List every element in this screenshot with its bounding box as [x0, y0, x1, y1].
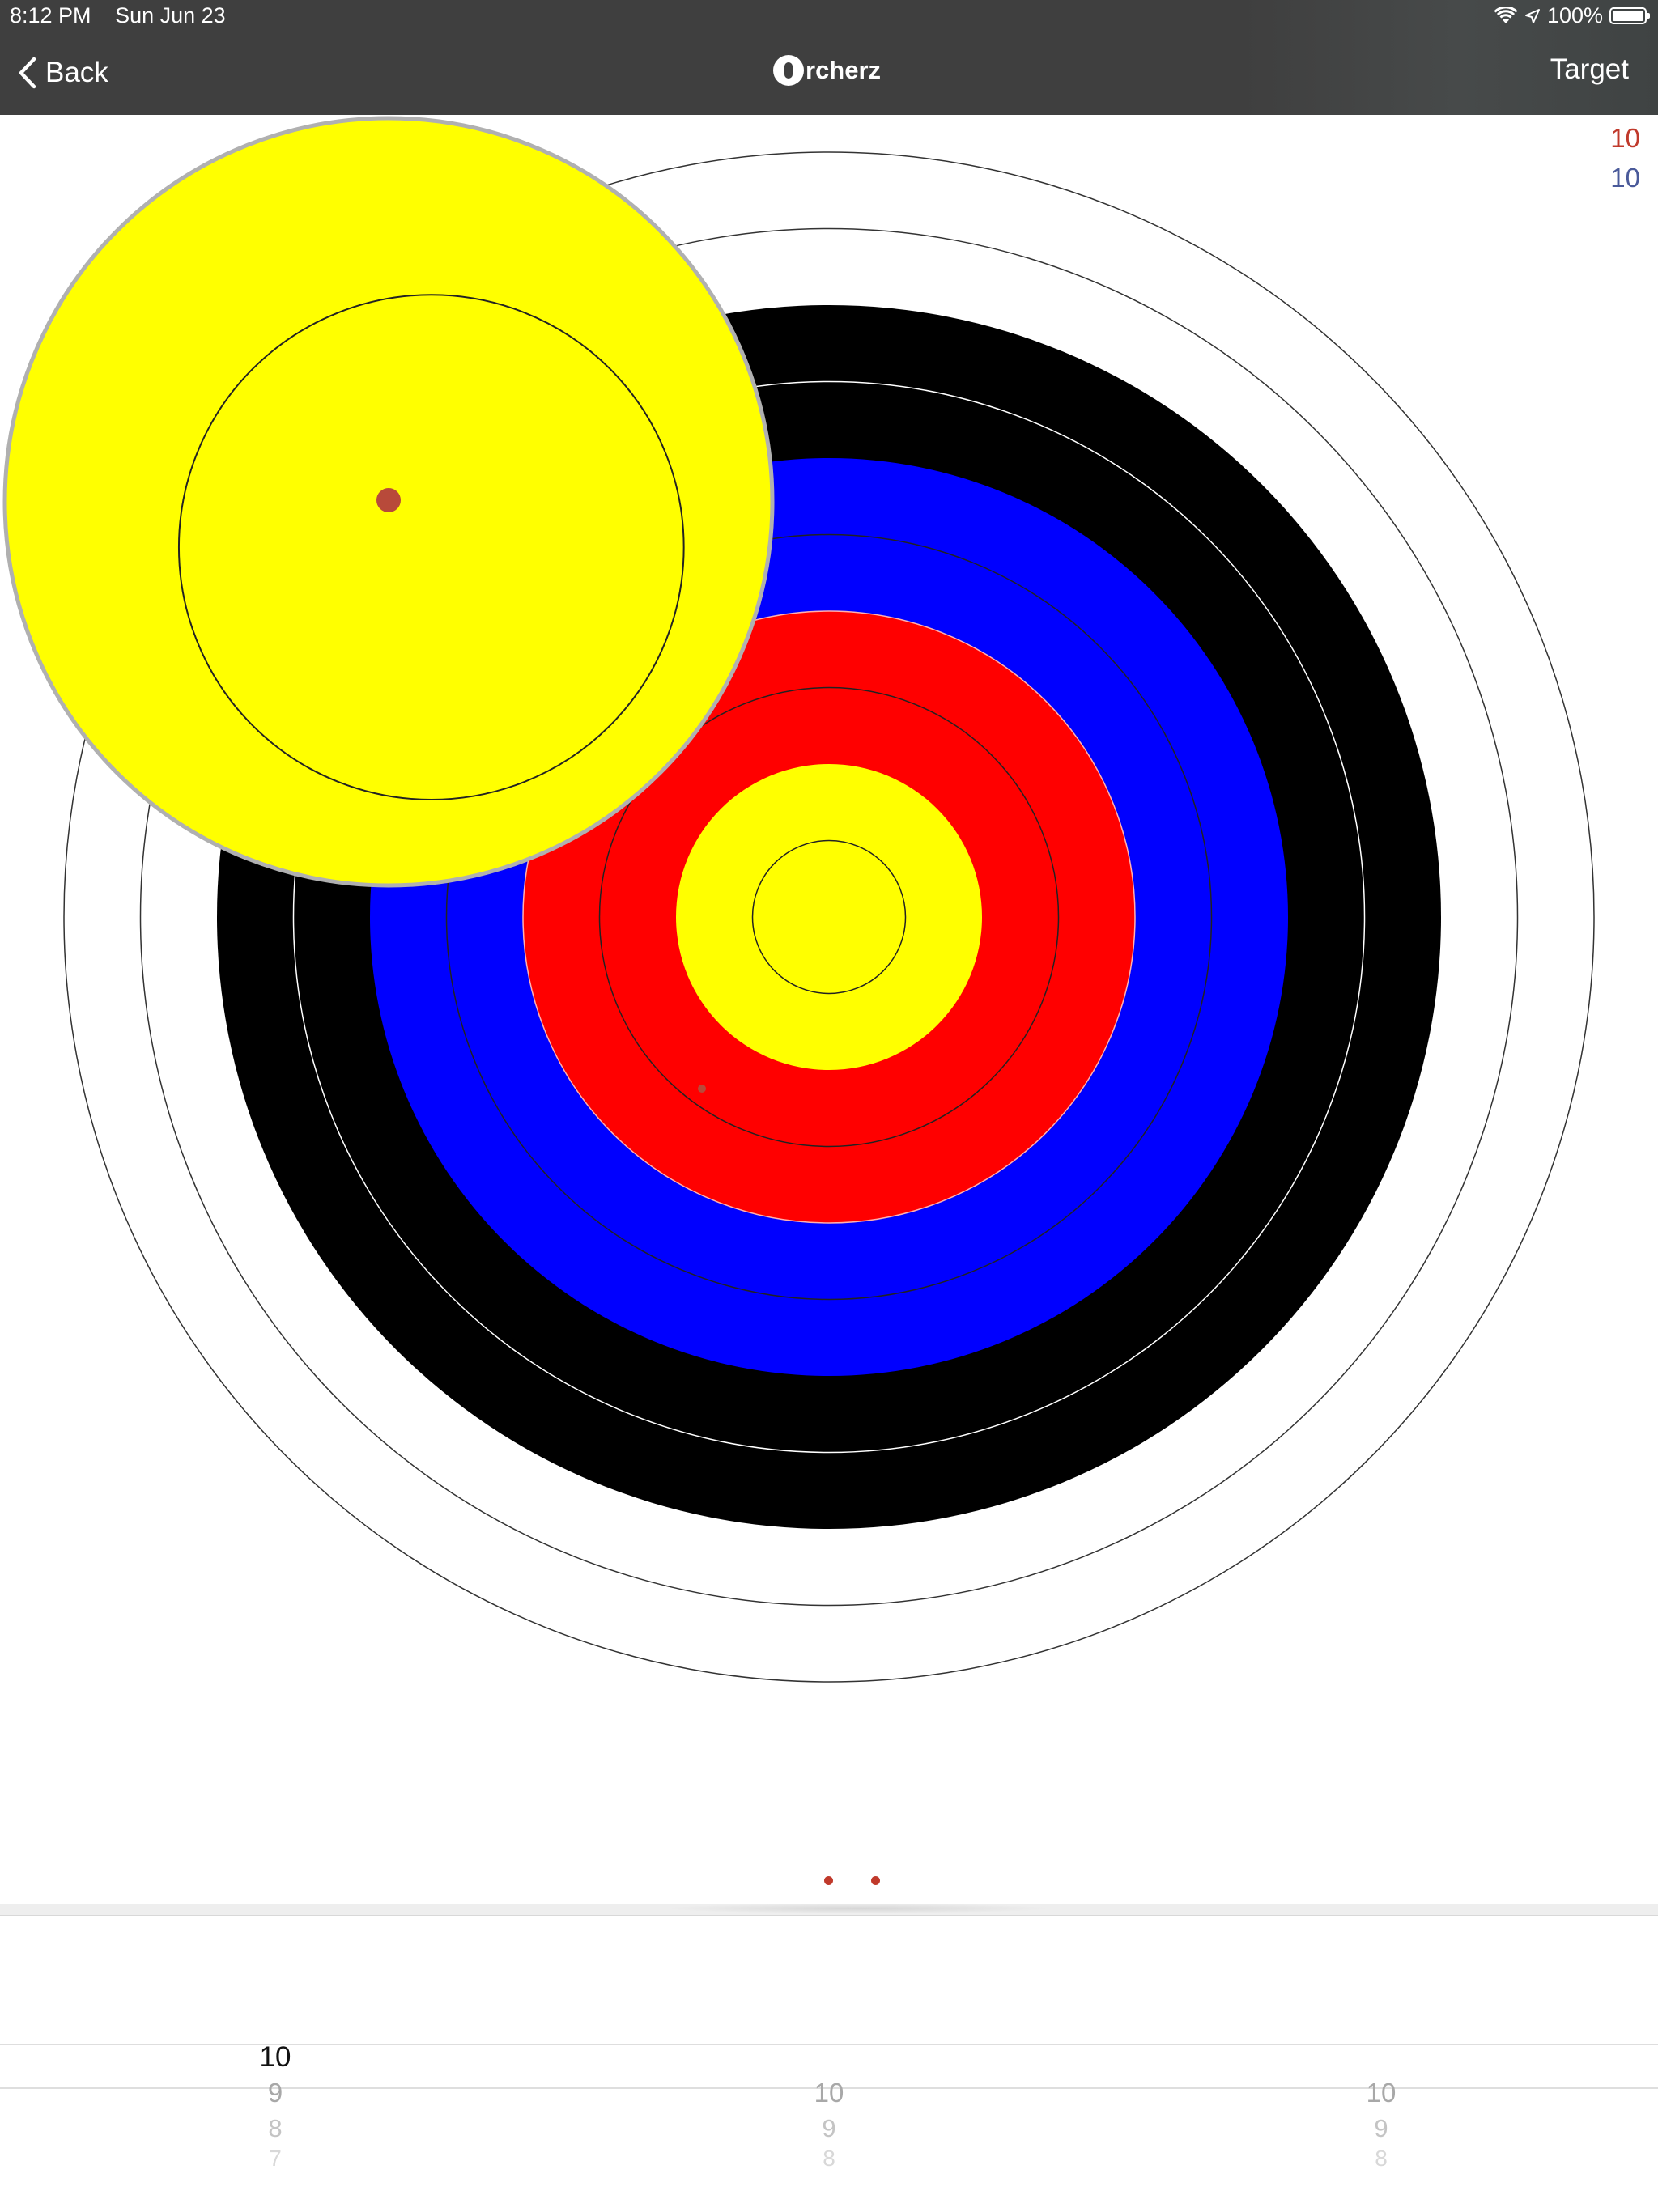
picker-column-1[interactable]: 10 9 8 7	[154, 2040, 397, 2171]
score-total-blue: 10	[1610, 163, 1640, 193]
page-indicator-dot-2[interactable]	[871, 1876, 880, 1885]
picker-value-selected[interactable]: 10	[154, 2040, 397, 2075]
picker-value[interactable]: 9	[1260, 2111, 1503, 2146]
location-icon	[1524, 8, 1540, 23]
picker-value[interactable]: 10	[1260, 2075, 1503, 2111]
page-indicator-dot-1[interactable]	[824, 1876, 833, 1885]
chevron-left-icon	[19, 57, 36, 89]
status-bar-right: 100%	[1494, 3, 1650, 28]
arrow-hit-marker[interactable]	[698, 1085, 706, 1093]
picker-value[interactable]: 8	[1260, 2146, 1503, 2171]
target-button[interactable]: Target	[1550, 53, 1629, 86]
picker-value[interactable]: 9	[154, 2075, 397, 2111]
picker-drag-handle[interactable]	[664, 1904, 1052, 1913]
app-logo: rcherz	[773, 55, 881, 86]
picker-value[interactable]: 7	[154, 2146, 397, 2171]
picker-value-selected[interactable]	[708, 2040, 950, 2075]
wifi-icon	[1494, 6, 1518, 23]
logo-text: rcherz	[806, 56, 882, 84]
picker-value[interactable]: 10	[708, 2075, 950, 2111]
archery-target[interactable]	[0, 115, 1658, 1904]
target-area[interactable]	[0, 115, 1658, 1904]
status-bar-left: 8:12 PM Sun Jun 23	[10, 3, 244, 28]
battery-icon	[1609, 7, 1650, 24]
back-button[interactable]: Back	[18, 50, 108, 96]
battery-percent: 100%	[1546, 3, 1603, 28]
archer-logo-icon	[773, 55, 804, 86]
picker-value[interactable]: 8	[154, 2111, 397, 2146]
picker-value[interactable]: 9	[708, 2111, 950, 2146]
status-date: Sun Jun 23	[115, 3, 226, 28]
back-label: Back	[45, 57, 108, 88]
navigation-bar: 8:12 PM Sun Jun 23 100% Back rcherz Targ…	[0, 0, 1658, 115]
picker-column-3[interactable]: 10 9 8	[1260, 2040, 1503, 2171]
picker-value-selected[interactable]	[1260, 2040, 1503, 2075]
picker-value[interactable]: 8	[708, 2146, 950, 2171]
score-total-red: 10	[1610, 123, 1640, 153]
magnified-arrow-hit	[376, 488, 401, 512]
status-time: 8:12 PM	[10, 3, 91, 28]
picker-column-2[interactable]: 10 9 8	[708, 2040, 950, 2171]
